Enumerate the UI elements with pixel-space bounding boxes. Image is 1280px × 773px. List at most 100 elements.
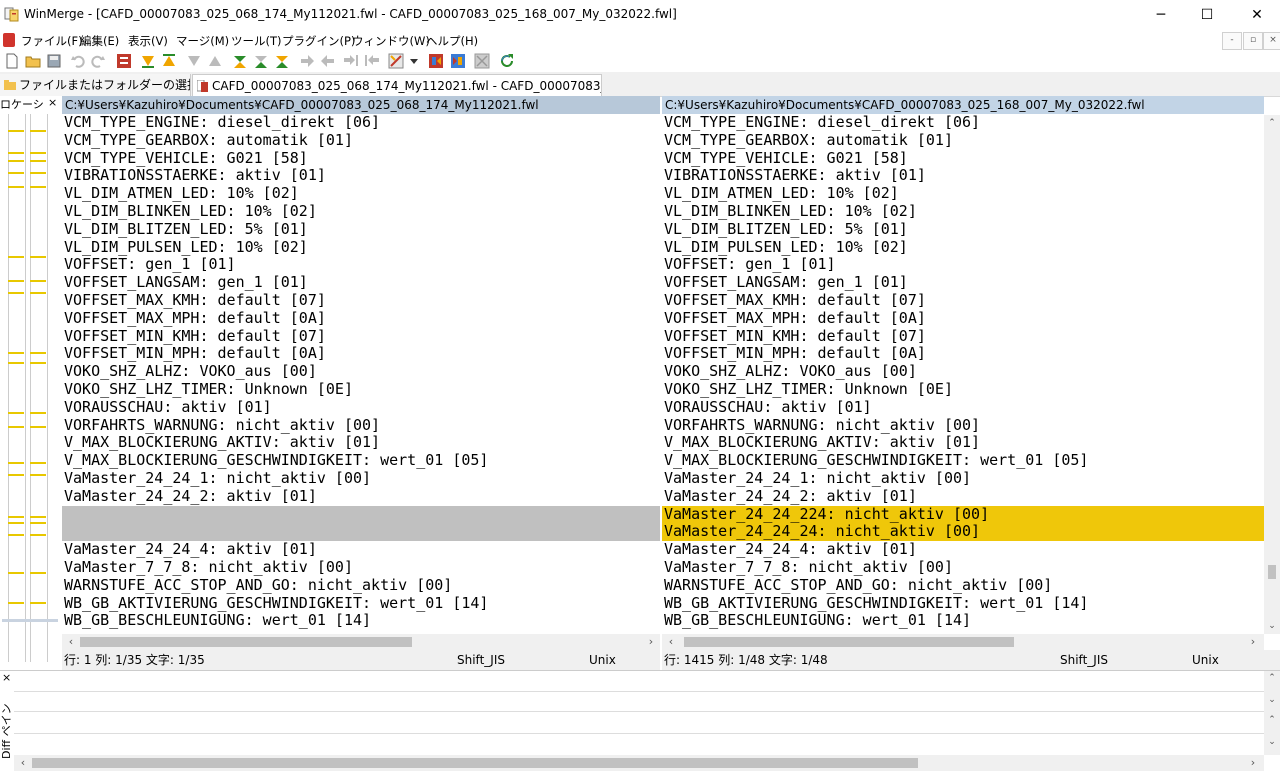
text-line[interactable]: VORFAHRTS_WARNUNG: nicht_aktiv [00] <box>662 417 1264 435</box>
mdi-close-button[interactable]: × <box>1263 32 1280 50</box>
changed-line[interactable]: VaMaster_24_24_24: nicht_aktiv [00] <box>662 523 1264 542</box>
text-line[interactable]: VOFFSET_MIN_KMH: default [07] <box>662 328 1264 346</box>
menu-tools[interactable]: ツール(T) <box>231 33 282 49</box>
text-line[interactable]: WB_GB_BESCHLEUNIGUNG: wert_01 [14] <box>62 612 660 630</box>
left-file-pane[interactable]: C:¥Users¥Kazuhiro¥Documents¥CAFD_0000708… <box>62 96 660 634</box>
first-diff-icon[interactable] <box>186 53 202 69</box>
text-line[interactable]: VaMaster_24_24_4: aktiv [01] <box>662 541 1264 559</box>
document-icon[interactable] <box>3 33 15 47</box>
menu-merge[interactable]: マージ(M) <box>176 33 229 49</box>
menu-view[interactable]: 表示(V) <box>128 33 168 49</box>
text-line[interactable]: VaMaster_24_24_2: aktiv [01] <box>662 488 1264 506</box>
text-line[interactable]: VOFFSET_MAX_KMH: default [07] <box>62 292 660 310</box>
text-line[interactable]: VCM_TYPE_GEARBOX: automatik [01] <box>662 132 1264 150</box>
copy-right-icon[interactable] <box>299 53 315 69</box>
text-line[interactable]: VOFFSET: gen_1 [01] <box>662 256 1264 274</box>
text-line[interactable]: VL_DIM_ATMEN_LED: 10% [02] <box>62 185 660 203</box>
tab-file-compare[interactable]: CAFD_00007083_025_068_174_My112021.fwl -… <box>192 74 602 97</box>
scroll-down-arrow-icon[interactable]: ⌄ <box>1264 618 1280 634</box>
scroll-up-arrow-icon[interactable]: ⌃ <box>1264 673 1280 687</box>
text-line[interactable]: VaMaster_24_24_4: aktiv [01] <box>62 541 660 559</box>
text-line[interactable]: VL_DIM_PULSEN_LED: 10% [02] <box>662 239 1264 257</box>
text-line[interactable]: VL_DIM_BLITZEN_LED: 5% [01] <box>662 221 1264 239</box>
text-line[interactable]: VIBRATIONSSTAERKE: aktiv [01] <box>662 167 1264 185</box>
right-file-pane[interactable]: C:¥Users¥Kazuhiro¥Documents¥CAFD_0000708… <box>662 96 1264 634</box>
text-line[interactable]: VCM_TYPE_VEHICLE: G021 [58] <box>662 150 1264 168</box>
redo-icon[interactable] <box>90 53 106 69</box>
left-horizontal-scroll-thumb[interactable] <box>80 637 412 647</box>
current-diff-icon[interactable] <box>232 53 248 69</box>
diff-horizontal-scroll-thumb[interactable] <box>32 758 918 768</box>
location-viewport-indicator[interactable] <box>2 619 58 622</box>
scroll-up-arrow-icon[interactable]: ⌃ <box>1264 715 1280 729</box>
text-line[interactable]: VOKO_SHZ_LHZ_TIMER: Unknown [0E] <box>62 381 660 399</box>
minimize-button[interactable]: ─ <box>1138 0 1184 30</box>
diff-options-icon[interactable] <box>116 53 132 69</box>
location-strip-left[interactable] <box>8 114 26 662</box>
menu-file[interactable]: ファイル(F) <box>21 33 83 49</box>
text-line[interactable]: VCM_TYPE_GEARBOX: automatik [01] <box>62 132 660 150</box>
copy-right-advance-icon[interactable] <box>343 53 359 69</box>
text-line[interactable]: WARNSTUFE_ACC_STOP_AND_GO: nicht_aktiv [… <box>62 577 660 595</box>
menu-edit[interactable]: 編集(E) <box>80 33 119 49</box>
location-pane[interactable]: ロケーシ × <box>0 96 63 662</box>
scroll-right-arrow-icon[interactable]: › <box>1246 634 1260 650</box>
vertical-scroll-thumb[interactable] <box>1268 565 1276 579</box>
prev-diff-icon[interactable] <box>161 53 177 69</box>
text-line[interactable]: VL_DIM_BLINKEN_LED: 10% [02] <box>662 203 1264 221</box>
scroll-left-arrow-icon[interactable]: ‹ <box>664 634 678 650</box>
undo-icon[interactable] <box>70 53 86 69</box>
text-line[interactable]: VL_DIM_BLITZEN_LED: 5% [01] <box>62 221 660 239</box>
tab-open-file[interactable]: ファイルまたはフォルダーの選択... <box>0 74 191 96</box>
changed-line[interactable]: VaMaster_24_24_224: nicht_aktiv [00] <box>662 505 1264 524</box>
location-strip-right[interactable] <box>30 114 48 662</box>
text-line[interactable]: VORAUSSCHAU: aktiv [01] <box>662 399 1264 417</box>
scroll-left-arrow-icon[interactable]: ‹ <box>64 634 78 650</box>
maximize-button[interactable]: ☐ <box>1184 0 1230 30</box>
text-line[interactable]: WB_GB_AKTIVIERUNG_GESCHWINDIGKEIT: wert_… <box>62 595 660 613</box>
left-horizontal-scrollbar[interactable]: ‹ › <box>62 634 660 650</box>
diff-down-icon[interactable] <box>274 53 290 69</box>
next-diff-icon[interactable] <box>140 53 156 69</box>
text-line[interactable]: VOFFSET_MIN_MPH: default [0A] <box>662 345 1264 363</box>
text-line[interactable]: V_MAX_BLOCKIERUNG_GESCHWINDIGKEIT: wert_… <box>62 452 660 470</box>
text-line[interactable]: WB_GB_BESCHLEUNIGUNG: wert_01 [14] <box>662 612 1264 630</box>
text-line[interactable]: VaMaster_24_24_1: nicht_aktiv [00] <box>62 470 660 488</box>
text-line[interactable]: VL_DIM_ATMEN_LED: 10% [02] <box>662 185 1264 203</box>
options-icon[interactable] <box>388 53 404 69</box>
text-line[interactable]: VOFFSET_LANGSAM: gen_1 [01] <box>662 274 1264 292</box>
toggle-panes-icon[interactable] <box>474 53 490 69</box>
missing-line-placeholder[interactable] <box>62 505 660 524</box>
text-line[interactable]: V_MAX_BLOCKIERUNG_AKTIV: aktiv [01] <box>662 434 1264 452</box>
text-line[interactable]: VOFFSET: gen_1 [01] <box>62 256 660 274</box>
menu-window[interactable]: ウィンドウ(W) <box>352 33 430 49</box>
text-line[interactable]: VaMaster_24_24_1: nicht_aktiv [00] <box>662 470 1264 488</box>
text-line[interactable]: VOKO_SHZ_LHZ_TIMER: Unknown [0E] <box>662 381 1264 399</box>
location-pane-close-icon[interactable]: × <box>48 96 57 109</box>
text-line[interactable]: VORAUSSCHAU: aktiv [01] <box>62 399 660 417</box>
compare-left-icon[interactable] <box>428 53 444 69</box>
text-line[interactable]: VL_DIM_PULSEN_LED: 10% [02] <box>62 239 660 257</box>
text-line[interactable]: VOFFSET_MIN_KMH: default [07] <box>62 328 660 346</box>
text-line[interactable]: VCM_TYPE_ENGINE: diesel_direkt [06] <box>62 114 660 132</box>
text-line[interactable]: VOKO_SHZ_ALHZ: VOKO_aus [00] <box>62 363 660 381</box>
mdi-restore-button[interactable]: ▫ <box>1243 32 1263 50</box>
text-line[interactable]: VOFFSET_LANGSAM: gen_1 [01] <box>62 274 660 292</box>
copy-left-advance-icon[interactable] <box>364 53 380 69</box>
text-line[interactable]: VaMaster_7_7_8: nicht_aktiv [00] <box>662 559 1264 577</box>
text-line[interactable]: VOFFSET_MAX_MPH: default [0A] <box>662 310 1264 328</box>
diff-vertical-scrollbar[interactable]: ⌃ ⌄ ⌃ ⌄ <box>1264 671 1280 755</box>
open-folder-icon[interactable] <box>25 53 41 69</box>
diff-horizontal-scrollbar[interactable]: ‹ › <box>14 755 1264 771</box>
right-horizontal-scrollbar[interactable]: ‹ › <box>662 634 1264 650</box>
vertical-scrollbar[interactable]: ⌃ ⌄ <box>1264 115 1280 634</box>
text-line[interactable]: VOFFSET_MAX_KMH: default [07] <box>662 292 1264 310</box>
text-line[interactable]: VOFFSET_MAX_MPH: default [0A] <box>62 310 660 328</box>
winmerge-app-icon[interactable] <box>4 6 20 22</box>
scroll-down-arrow-icon[interactable]: ⌄ <box>1264 695 1280 709</box>
menu-help[interactable]: ヘルプ(H) <box>426 33 478 49</box>
right-text-lines[interactable]: VCM_TYPE_ENGINE: diesel_direkt [06] VCM_T… <box>662 114 1264 630</box>
right-horizontal-scroll-thumb[interactable] <box>684 637 1014 647</box>
diff-up-icon[interactable] <box>253 53 269 69</box>
text-line[interactable]: WARNSTUFE_ACC_STOP_AND_GO: nicht_aktiv [… <box>662 577 1264 595</box>
